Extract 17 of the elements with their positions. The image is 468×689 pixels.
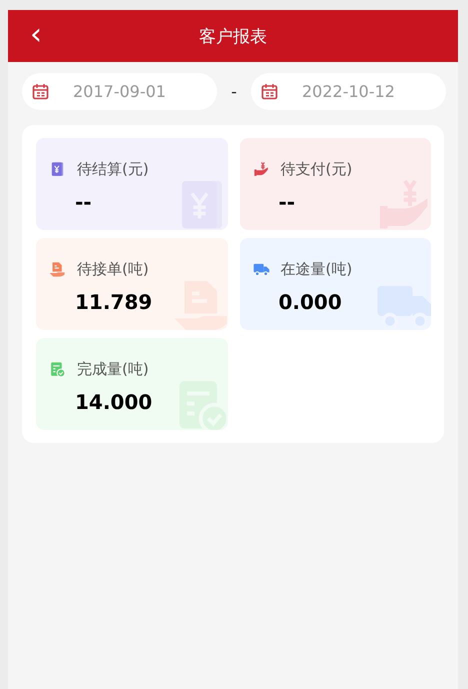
stat-label: 待支付(元) — [280, 160, 352, 179]
stat-label: 在途量(吨) — [280, 260, 352, 279]
back-button[interactable]: ‹ — [24, 18, 48, 52]
stat-value: -- — [278, 190, 296, 214]
page-title: 客户报表 — [199, 26, 267, 48]
stat-value: 11.789 — [75, 290, 154, 314]
end-date-field[interactable]: 2022-10-12 — [251, 73, 446, 110]
calendar-icon — [261, 83, 278, 100]
start-date-field[interactable]: 2017-09-01 — [22, 73, 217, 110]
date-separator: - — [230, 82, 238, 101]
stat-label: 待结算(元) — [77, 160, 149, 179]
stat-label: 完成量(吨) — [77, 360, 149, 379]
calendar-icon — [32, 83, 49, 100]
stat-value: 14.000 — [75, 390, 154, 414]
stat-value: -- — [75, 190, 93, 214]
stat-value: 0.000 — [278, 290, 343, 314]
stat-label: 待接单(吨) — [77, 260, 149, 279]
